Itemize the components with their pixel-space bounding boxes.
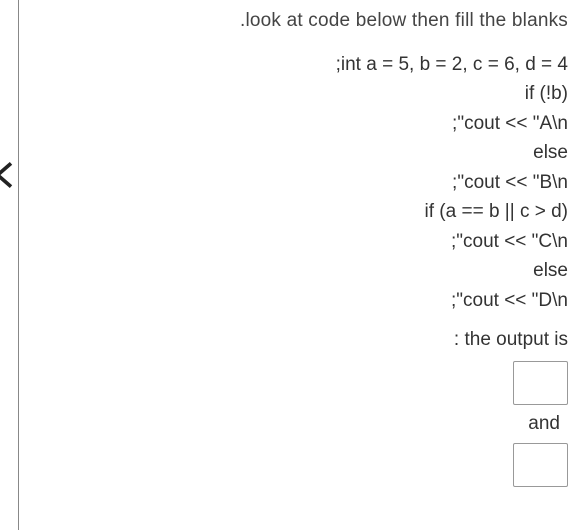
answer-input-2[interactable] <box>513 443 568 487</box>
chevron-left-icon[interactable] <box>0 155 26 195</box>
vertical-divider <box>18 0 19 530</box>
code-line-2: if (!b) <box>240 79 568 108</box>
blank-2-container <box>240 443 568 487</box>
code-line-8: else <box>240 256 568 285</box>
code-line-4: else <box>240 138 568 167</box>
question-content: .look at code below then fill the blanks… <box>240 10 568 495</box>
code-line-6: if (a == b || c > d) <box>240 197 568 226</box>
output-label: : the output is <box>240 329 568 351</box>
and-label: and <box>240 413 568 435</box>
code-line-5: ;"cout << "B\n <box>240 168 568 197</box>
answer-input-1[interactable] <box>513 361 568 405</box>
code-line-1: ;int a = 5, b = 2, c = 6, d = 4 <box>240 50 568 79</box>
question-title: .look at code below then fill the blanks <box>240 10 568 32</box>
blank-1-container <box>240 361 568 405</box>
code-line-3: ;"cout << "A\n <box>240 109 568 138</box>
code-line-9: ;"cout << "D\n <box>240 286 568 315</box>
code-line-7: ;"cout << "C\n <box>240 227 568 256</box>
